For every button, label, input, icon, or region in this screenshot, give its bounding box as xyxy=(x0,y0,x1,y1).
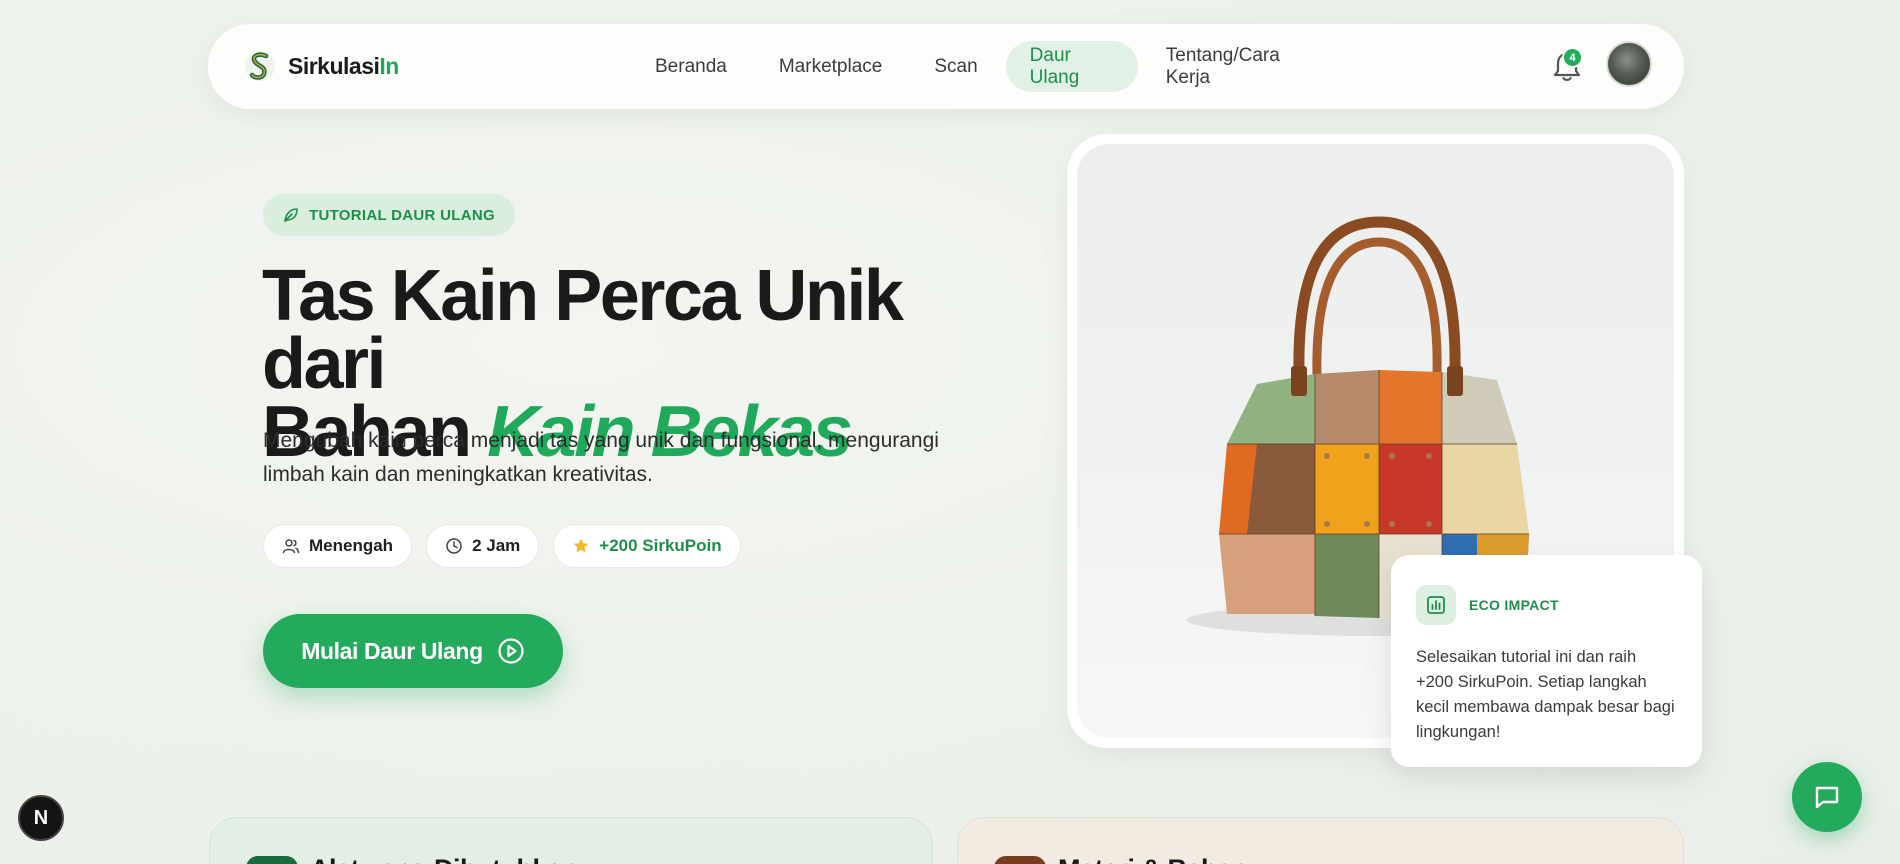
top-navbar: SirkulasiIn Beranda Marketplace Scan Dau… xyxy=(208,24,1684,109)
nav-link-scan[interactable]: Scan xyxy=(910,41,1001,92)
materials-card: Materi & Bahan xyxy=(957,817,1684,864)
clock-icon xyxy=(446,538,462,554)
tutorial-meta-chips: Menengah 2 Jam +200 SirkuPoin xyxy=(263,524,741,568)
nav-link-beranda[interactable]: Beranda xyxy=(631,41,751,92)
chat-bubble-icon xyxy=(1815,786,1839,809)
brand[interactable]: SirkulasiIn xyxy=(244,48,399,84)
star-icon xyxy=(573,538,589,553)
nav-link-tentang[interactable]: Tentang/Cara Kerja xyxy=(1142,41,1333,92)
eco-impact-header: ECO IMPACT xyxy=(1416,585,1677,625)
start-recycling-button[interactable]: Mulai Daur Ulang xyxy=(263,614,563,688)
duration-chip: 2 Jam xyxy=(426,524,540,568)
eco-impact-icon-box xyxy=(1416,585,1456,625)
user-avatar[interactable] xyxy=(1606,41,1652,87)
tutorial-tag-label: TUTORIAL DAUR ULANG xyxy=(309,206,495,224)
nav-links: Beranda Marketplace Scan Daur Ulang Tent… xyxy=(631,41,1333,92)
difficulty-chip: Menengah xyxy=(263,524,413,568)
eco-impact-card: ECO IMPACT Selesaikan tutorial ini dan r… xyxy=(1391,555,1702,767)
sirkulasiin-logo-icon xyxy=(245,51,275,81)
points-chip: +200 SirkuPoin xyxy=(553,524,741,568)
tools-card: Alat yang Dibutuhkan xyxy=(209,817,933,864)
tools-card-icon xyxy=(246,856,298,864)
materials-card-icon xyxy=(994,856,1046,864)
materials-card-title: Materi & Bahan xyxy=(1058,854,1248,864)
play-circle-icon xyxy=(498,638,524,664)
eco-impact-title: ECO IMPACT xyxy=(1469,597,1559,613)
bar-chart-icon xyxy=(1427,596,1445,614)
brand-name: SirkulasiIn xyxy=(288,52,399,79)
nav-link-marketplace[interactable]: Marketplace xyxy=(755,41,907,92)
tools-card-title: Alat yang Dibutuhkan xyxy=(310,854,578,864)
nav-link-daur-ulang[interactable]: Daur Ulang xyxy=(1005,41,1138,92)
next-dev-badge[interactable]: N xyxy=(18,795,64,841)
notification-count-badge: 4 xyxy=(1562,47,1583,68)
hero-description: Mengubah kain perca menjadi tas yang uni… xyxy=(263,429,939,486)
tutorial-tag: TUTORIAL DAUR ULANG xyxy=(263,194,515,236)
eco-impact-text: Selesaikan tutorial ini dan raih +200 Si… xyxy=(1416,648,1675,741)
chat-button[interactable] xyxy=(1792,762,1862,832)
users-icon xyxy=(282,539,300,554)
leaf-icon xyxy=(284,208,298,222)
